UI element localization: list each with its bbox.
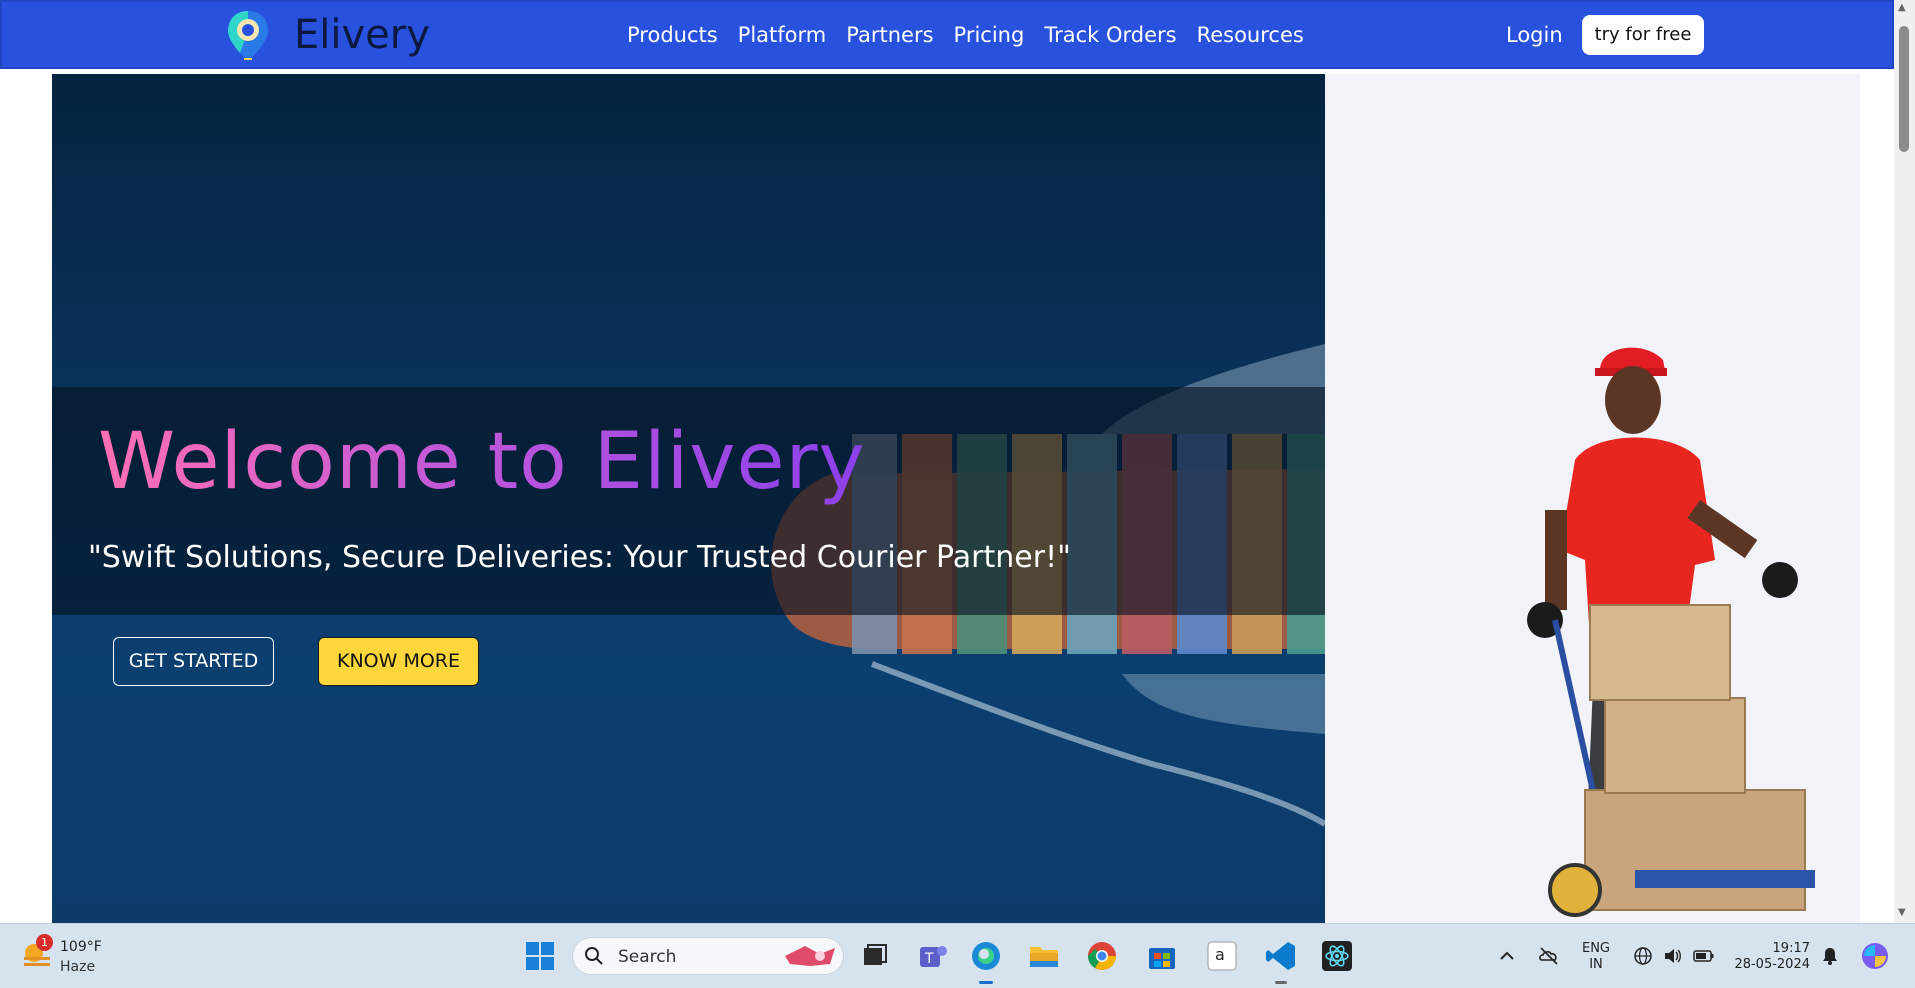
clock-time: 19:17 [1772, 941, 1810, 956]
know-more-button[interactable]: KNOW MORE [318, 637, 479, 686]
nav-partners[interactable]: Partners [836, 20, 943, 50]
top-navbar: Elivery Products Platform Partners Prici… [0, 0, 1894, 69]
microsoft-store-icon[interactable] [1145, 939, 1179, 973]
search-icon [585, 947, 603, 965]
battery-icon[interactable] [1693, 946, 1715, 966]
get-started-button[interactable]: GET STARTED [113, 637, 274, 686]
nav-products[interactable]: Products [617, 20, 728, 50]
svg-text:a: a [1215, 945, 1225, 964]
search-placeholder: Search [618, 947, 677, 967]
copilot-icon[interactable] [1860, 941, 1890, 971]
windows-start-icon[interactable] [523, 939, 557, 973]
search-highlight-icon [785, 946, 835, 966]
react-app-icon[interactable] [1320, 939, 1354, 973]
system-clock[interactable]: 19:17 28-05-2024 [1730, 941, 1810, 973]
weather-notification-badge: 1 [36, 934, 53, 951]
brand-name[interactable]: Elivery [294, 11, 430, 59]
language-code: ENG [1581, 941, 1610, 956]
scroll-up-arrow-icon[interactable]: ▲ [1898, 2, 1906, 13]
weather-temperature[interactable]: 109°F [60, 939, 102, 955]
show-hidden-icons-chevron-icon[interactable] [1497, 946, 1517, 966]
nav-pricing[interactable]: Pricing [944, 20, 1035, 50]
region-code: IN [1589, 957, 1603, 972]
clock-date: 28-05-2024 [1734, 957, 1810, 972]
amazon-icon[interactable]: a [1205, 939, 1239, 973]
network-globe-icon[interactable] [1633, 946, 1653, 966]
onedrive-offline-icon[interactable] [1537, 944, 1561, 968]
task-view-icon[interactable] [858, 939, 892, 973]
hero-title: Welcome to Elivery [98, 412, 866, 512]
volume-icon[interactable] [1663, 946, 1683, 966]
try-for-free-button[interactable]: try for free [1582, 15, 1704, 55]
edge-browser-icon[interactable] [969, 939, 1003, 973]
nav-resources[interactable]: Resources [1187, 20, 1314, 50]
weather-condition[interactable]: Haze [60, 959, 95, 975]
notification-bell-icon[interactable] [1820, 946, 1840, 966]
nav-platform[interactable]: Platform [728, 20, 837, 50]
input-language-indicator[interactable]: ENG IN [1581, 941, 1611, 973]
scroll-thumb[interactable] [1899, 26, 1909, 152]
edge-active-indicator [979, 981, 993, 984]
file-explorer-icon[interactable] [1027, 939, 1061, 973]
hero-tagline: "Swift Solutions, Secure Deliveries: You… [88, 540, 1071, 575]
vscode-running-indicator [1275, 981, 1287, 984]
vscode-icon[interactable] [1264, 939, 1298, 973]
teams-icon[interactable]: T [915, 939, 949, 973]
scroll-down-arrow-icon[interactable]: ▼ [1898, 907, 1906, 918]
nav-track-orders[interactable]: Track Orders [1034, 20, 1186, 50]
elivery-logo-icon[interactable] [224, 8, 272, 64]
main-nav: Products Platform Partners Pricing Track… [617, 20, 1314, 50]
delivery-man-image [1527, 347, 1815, 917]
chrome-icon[interactable] [1085, 939, 1119, 973]
svg-text:T: T [924, 951, 934, 967]
login-link[interactable]: Login [1506, 20, 1563, 50]
windows-taskbar: 1 109°F Haze Search T a ENG IN 19:17 28-… [0, 923, 1915, 988]
